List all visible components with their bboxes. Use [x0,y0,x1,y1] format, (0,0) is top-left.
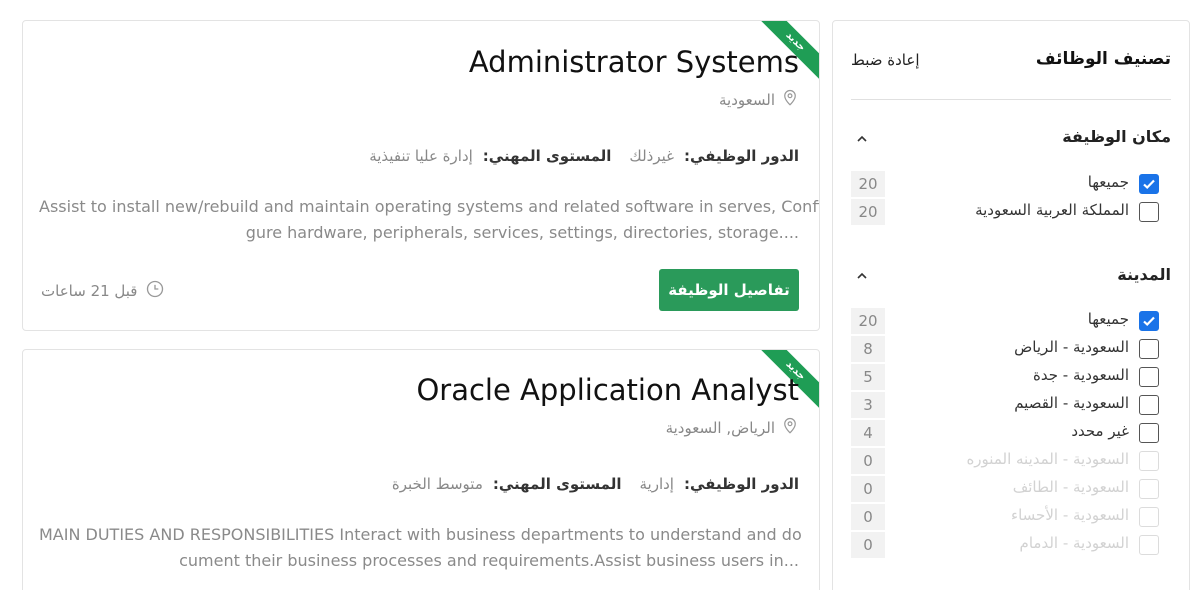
section-title-city: المدينة [1117,265,1171,284]
filter-option[interactable]: 20 جميعها [851,307,1171,335]
chevron-up-icon[interactable] [855,268,869,282]
option-label: السعودية - الرياض [1014,338,1129,356]
level-label: المستوى المهني: [492,475,622,493]
option-checkbox [1139,535,1159,555]
role-value: غيرذلك [629,147,674,165]
option-label: المملكة العربية السعودية [975,201,1129,219]
option-checkbox[interactable] [1139,395,1159,415]
option-checkbox[interactable] [1139,202,1159,222]
job-location: الرياض, السعودية [666,417,799,439]
job-meta: الدور الوظيفي: إدارية المستوى المهني: مت… [384,475,799,493]
filter-option[interactable]: 20 جميعها [851,170,1171,198]
divider [851,99,1171,100]
option-checkbox[interactable] [1139,339,1159,359]
option-label: جميعها [1087,173,1129,191]
job-description: MAIN DUTIES AND RESPONSIBILITIES Interac… [39,522,802,574]
filter-option: 0 السعودية - الطائف [851,475,1171,503]
job-location-text: السعودية [718,91,775,109]
option-label: السعودية - الأحساء [1011,506,1129,524]
option-count: 20 [851,199,885,225]
filter-option[interactable]: 8 السعودية - الرياض [851,335,1171,363]
option-checkbox[interactable] [1139,174,1159,194]
map-pin-icon [781,417,799,439]
option-label: غير محدد [1071,422,1129,440]
option-count: 0 [851,476,885,502]
level-label: المستوى المهني: [482,147,612,165]
option-label: السعودية - الدمام [1019,534,1129,552]
filter-option[interactable]: 4 غير محدد [851,419,1171,447]
option-checkbox [1139,507,1159,527]
filter-title: تصنيف الوظائف [1035,49,1171,69]
role-label: الدور الوظيفي: [683,147,799,165]
option-count: 5 [851,364,885,390]
option-label: جميعها [1087,310,1129,328]
job-filter-sidebar: تصنيف الوظائف إعادة ضبط مكان الوظيفة 20 … [832,20,1190,590]
option-label: السعودية - المدينه المنوره [966,450,1129,468]
map-pin-icon [781,89,799,111]
job-description: Assist to install new/rebuild and mainta… [39,194,820,246]
job-description-line: cument their business processes and requ… [179,551,799,570]
level-value: متوسط الخبرة [391,475,483,493]
check-icon [1143,179,1155,190]
job-location-text: الرياض, السعودية [665,419,775,437]
option-checkbox[interactable] [1139,311,1159,331]
level-value: إدارة عليا تنفيذية [369,147,473,165]
clock-icon [145,279,165,303]
option-count: 20 [851,171,885,197]
option-count: 8 [851,336,885,362]
job-card: جديد Administrator Systems السعودية الدو… [22,20,820,331]
filter-option: 0 السعودية - المدينه المنوره [851,447,1171,475]
posted-time: قبل 21 ساعات [41,279,165,303]
job-details-button[interactable]: تفاصيل الوظيفة [659,269,799,311]
job-card: جديد Oracle Application Analyst الرياض, … [22,349,820,590]
filter-option[interactable]: 3 السعودية - القصيم [851,391,1171,419]
option-checkbox [1139,451,1159,471]
option-count: 3 [851,392,885,418]
role-label: الدور الوظيفي: [683,475,799,493]
option-label: السعودية - القصيم [1014,394,1129,412]
section-title-job-location: مكان الوظيفة [1062,127,1171,146]
option-label: السعودية - الطائف [1012,478,1129,496]
filter-option: 0 السعودية - الأحساء [851,503,1171,531]
job-description-line: Assist to install new/rebuild and mainta… [39,197,820,216]
filter-option[interactable]: 5 السعودية - جدة [851,363,1171,391]
job-location: السعودية [719,89,799,111]
check-icon [1143,316,1155,327]
option-count: 0 [851,532,885,558]
reset-filters-link[interactable]: إعادة ضبط [851,51,920,69]
job-title[interactable]: Oracle Application Analyst [416,373,799,407]
posted-time-text: قبل 21 ساعات [41,282,138,300]
chevron-up-icon[interactable] [855,131,869,145]
job-meta: الدور الوظيفي: غيرذلك المستوى المهني: إد… [361,147,799,165]
option-count: 20 [851,308,885,334]
option-count: 0 [851,504,885,530]
job-title[interactable]: Administrator Systems [469,45,799,79]
option-checkbox[interactable] [1139,423,1159,443]
option-count: 4 [851,420,885,446]
job-description-line: gure hardware, peripherals, services, se… [245,223,799,242]
option-checkbox[interactable] [1139,367,1159,387]
job-description-line: MAIN DUTIES AND RESPONSIBILITIES Interac… [39,525,802,544]
filter-option[interactable]: 20 المملكة العربية السعودية [851,198,1171,226]
filter-option: 0 السعودية - الدمام [851,531,1171,559]
role-value: إدارية [639,475,674,493]
option-label: السعودية - جدة [1033,366,1129,384]
option-checkbox [1139,479,1159,499]
option-count: 0 [851,448,885,474]
